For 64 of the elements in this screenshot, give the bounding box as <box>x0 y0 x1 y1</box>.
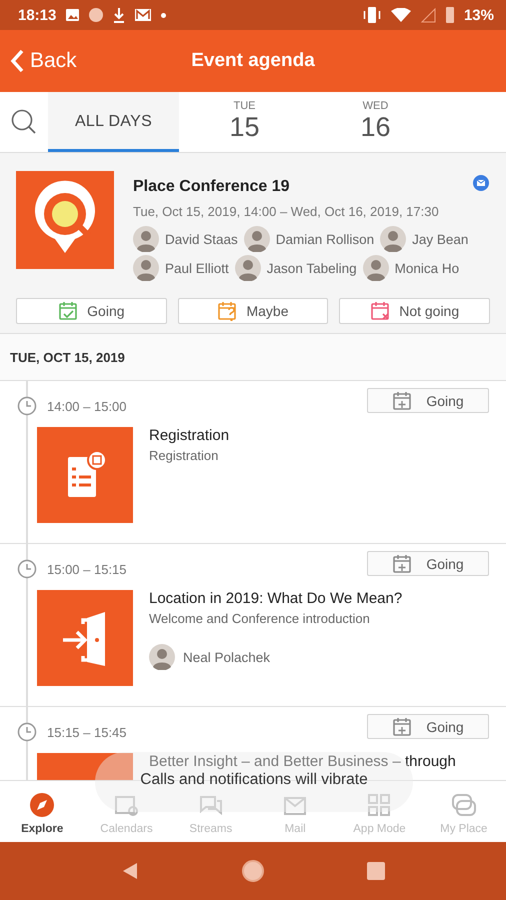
dot-icon <box>161 12 166 18</box>
event-dates: Tue, Oct 15, 2019, 14:00 – Wed, Oct 16, 2019, 17:30 <box>133 204 440 219</box>
session-time: 15:15 – 15:45 <box>47 724 127 740</box>
attendee-name: Monica Ho <box>394 260 460 276</box>
clock-icon <box>17 722 37 742</box>
clock-icon <box>17 396 37 416</box>
avatar-icon <box>133 255 159 281</box>
day-tab[interactable]: ALL DAYS <box>48 92 179 152</box>
attendee-name: Jay Bean <box>412 232 468 246</box>
calendar-icon <box>392 554 412 574</box>
battery-icon <box>446 7 454 23</box>
mail-icon <box>473 175 489 191</box>
logo-icon <box>16 171 114 269</box>
not-going-button[interactable]: Not going <box>339 298 490 324</box>
wifi-icon <box>390 8 411 22</box>
attendee-name: Damian Rollison <box>276 232 374 246</box>
event-title: Place Conference 19 <box>133 178 290 196</box>
session-subtitle: Registration <box>149 448 220 463</box>
image-icon <box>66 9 80 21</box>
avatar-icon <box>380 226 406 252</box>
day-header: TUE, OCT 15, 2019 <box>0 334 506 381</box>
mail-icon <box>135 9 152 21</box>
avatar-icon <box>149 644 175 670</box>
avatar-icon <box>244 226 270 252</box>
session-time: 15:00 – 15:15 <box>47 562 127 576</box>
chevron-left-icon <box>10 49 24 73</box>
session-time: 14:00 – 15:00 <box>47 398 127 414</box>
session-title[interactable]: Better Insight – and Better Business – through <box>149 753 489 770</box>
going-button[interactable]: Going <box>16 298 167 324</box>
nav-tab[interactable]: Explore <box>0 792 84 836</box>
maybe-button[interactable]: Maybe <box>178 298 328 324</box>
day-tab[interactable]: WED 16 <box>310 92 441 152</box>
calendar-icon <box>58 301 78 321</box>
attendee-name: Paul Elliott <box>165 260 229 276</box>
explore-icon <box>29 792 56 818</box>
going-button[interactable]: Going <box>367 714 489 739</box>
calendar-icon <box>392 716 412 736</box>
battery-level: 13% <box>464 6 494 24</box>
going-button[interactable]: Going <box>367 551 489 576</box>
avatar-icon <box>234 255 261 281</box>
home-icon[interactable] <box>240 859 265 883</box>
app-mode-icon <box>366 792 392 818</box>
calendar-icon <box>370 301 390 321</box>
going-button[interactable]: Going <box>367 388 489 413</box>
screen-title: Event agenda <box>191 50 315 71</box>
session-title[interactable]: Registration <box>149 427 489 444</box>
recents-icon[interactable] <box>366 861 386 881</box>
search-icon[interactable] <box>10 108 38 136</box>
calendar-icon <box>392 390 412 410</box>
avatar-icon <box>133 226 159 252</box>
signal-icon <box>420 8 436 22</box>
attendee-name: Jason Tabeling <box>266 260 357 276</box>
session-title[interactable]: Location in 2019: What Do We Mean? <box>149 590 489 607</box>
speaker-name: Neal Polachek <box>183 650 270 664</box>
download-icon <box>113 8 126 22</box>
calendar-icon <box>217 301 238 321</box>
day-tab[interactable]: TUE 15 <box>179 92 310 152</box>
status-time: 18:13 <box>18 6 56 24</box>
vibrate-icon <box>362 7 381 23</box>
avatar-icon <box>362 255 389 281</box>
session-subtitle: Welcome and Conference introduction <box>149 611 371 626</box>
attendee-name: David Staas <box>165 232 238 246</box>
clock-icon <box>17 559 37 579</box>
my-place-icon <box>450 792 477 818</box>
